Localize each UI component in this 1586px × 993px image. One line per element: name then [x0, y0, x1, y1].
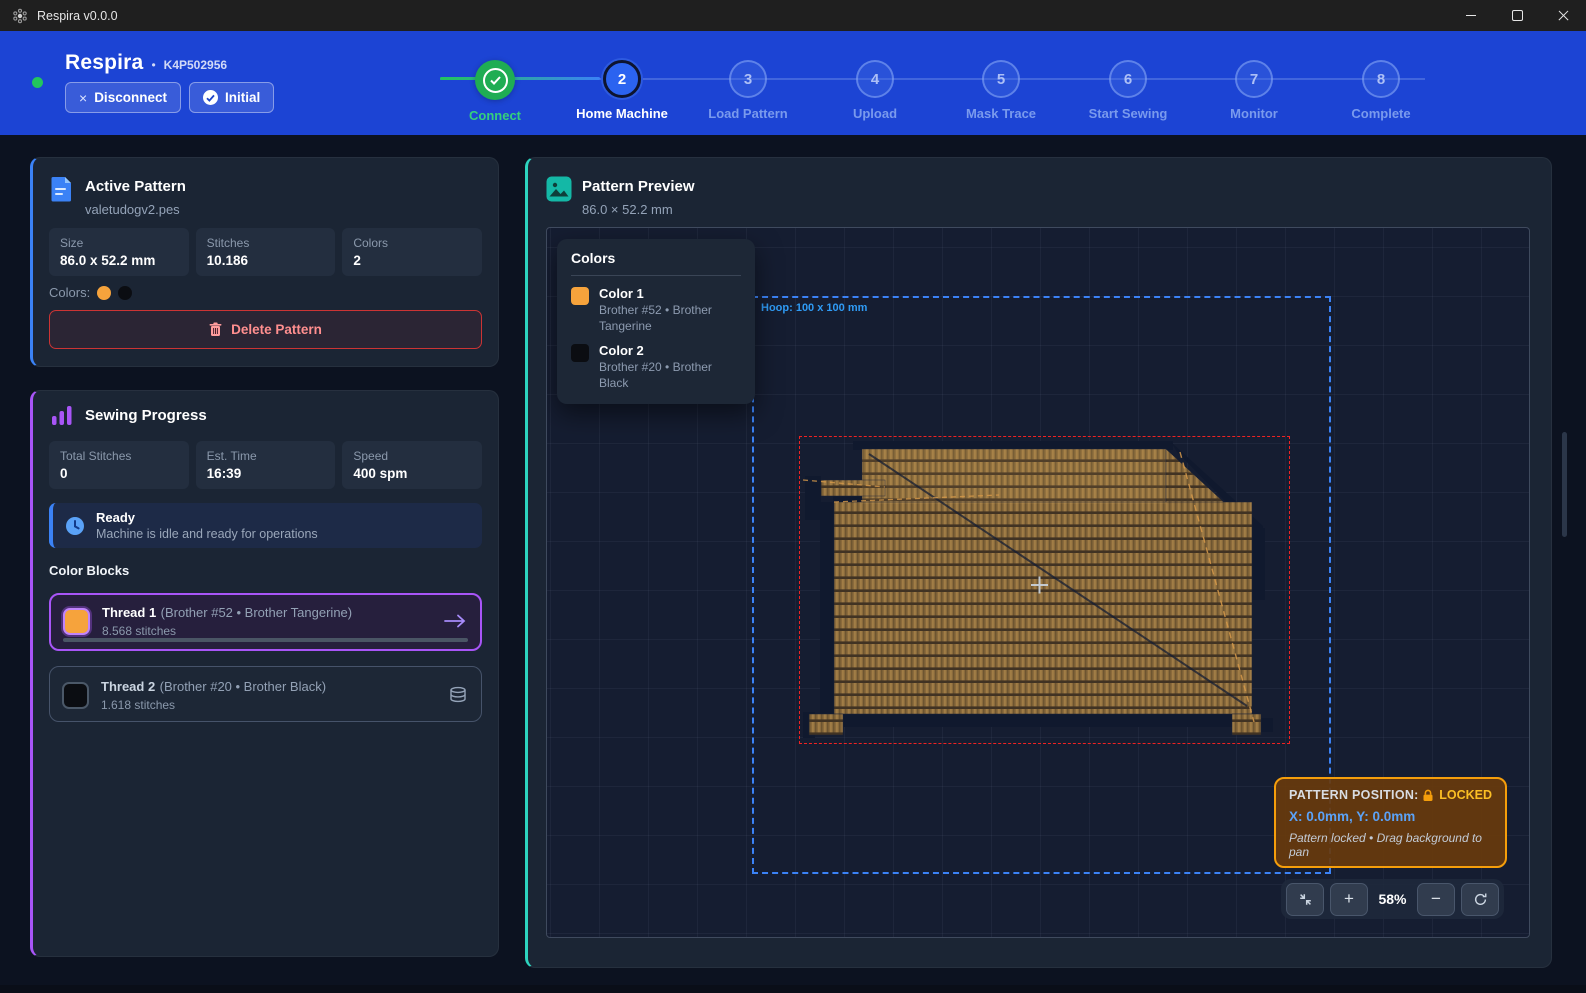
lock-icon	[1422, 789, 1434, 802]
respira-app: { "titlebar": { "app_title": "Respira v0…	[0, 0, 1586, 993]
clock-icon	[65, 516, 85, 536]
pattern-dimensions: 86.0 × 52.2 mm	[582, 202, 673, 217]
minimize-button[interactable]	[1448, 0, 1494, 31]
thread-1-swatch	[63, 608, 90, 635]
check-circle-icon	[203, 90, 218, 105]
sewing-stats: Total Stitches0 Est. Time16:39 Speed400 …	[49, 441, 482, 489]
delete-pattern-button[interactable]: Delete Pattern	[49, 310, 482, 349]
connection-status-dot	[32, 77, 43, 88]
title-bar[interactable]: Respira v0.0.0	[0, 0, 1586, 31]
x-icon: ×	[79, 90, 87, 106]
card-title: Pattern Preview	[582, 178, 695, 195]
thread-2-stitch-count: 1.618 stitches	[101, 698, 326, 712]
colors-legend-title: Colors	[571, 250, 741, 266]
initial-button[interactable]: Initial	[189, 82, 274, 113]
thread-1-progress-track	[63, 638, 468, 642]
sewing-progress-card: Sewing Progress Total Stitches0 Est. Tim…	[30, 390, 499, 957]
close-button[interactable]	[1540, 0, 1586, 31]
stat-colors: Colors2	[342, 228, 482, 276]
step-upload[interactable]: 4 Upload	[812, 60, 938, 121]
app-header: Respira • K4P502956 × Disconnect Initial…	[0, 31, 1586, 135]
stat-est-time: Est. Time16:39	[196, 441, 336, 489]
brand-row: Respira • K4P502956	[65, 51, 227, 75]
colors-row: Colors:	[49, 285, 132, 300]
colors-legend-panel: Colors Color 1 Brother #52 • Brother Tan…	[557, 239, 755, 404]
stat-speed: Speed400 spm	[342, 441, 482, 489]
pattern-stats: Size86.0 x 52.2 mm Stitches10.186 Colors…	[49, 228, 482, 276]
minimize-icon	[1466, 15, 1476, 16]
status-description: Machine is idle and ready for operations	[96, 527, 318, 541]
legend-swatch-2	[571, 344, 589, 362]
thread-1-stitch-count: 8.568 stitches	[102, 624, 352, 638]
card-title: Active Pattern	[85, 178, 186, 195]
step-complete[interactable]: 8 Complete	[1318, 60, 1444, 121]
step-load-pattern[interactable]: 3 Load Pattern	[685, 60, 811, 121]
machine-status-banner: Ready Machine is idle and ready for oper…	[49, 503, 482, 548]
stat-stitches: Stitches10.186	[196, 228, 336, 276]
position-coordinates: X: 0.0mm, Y: 0.0mm	[1289, 809, 1492, 824]
zoom-controls: + 58% −	[1281, 879, 1504, 919]
bar-chart-icon	[51, 405, 73, 427]
stat-total-stitches: Total Stitches0	[49, 441, 189, 489]
locked-badge: LOCKED	[1439, 788, 1492, 802]
active-pattern-card: Active Pattern valetudogv2.pes Size86.0 …	[30, 157, 499, 367]
step-connect[interactable]: Connect	[432, 60, 558, 123]
step-mask-trace[interactable]: 5 Mask Trace	[938, 60, 1064, 121]
zoom-in-button[interactable]: +	[1330, 883, 1368, 916]
fit-icon	[1298, 892, 1313, 907]
thread-2-swatch	[62, 682, 89, 709]
pattern-preview-card: Pattern Preview 86.0 × 52.2 mm Hoop: 100…	[525, 157, 1552, 968]
thread-block-1[interactable]: Thread 1 (Brother #52 • Brother Tangerin…	[49, 593, 482, 651]
pattern-filename: valetudogv2.pes	[85, 202, 180, 217]
brand-title: Respira	[65, 51, 143, 75]
maximize-icon	[1512, 10, 1523, 21]
trash-icon	[209, 322, 222, 337]
image-icon	[546, 176, 572, 202]
color-swatch-1	[97, 286, 111, 300]
position-hint: Pattern locked • Drag background to pan	[1289, 831, 1492, 859]
step-start-sewing[interactable]: 6 Start Sewing	[1065, 60, 1191, 121]
thread-block-2[interactable]: Thread 2 (Brother #20 • Brother Black) 1…	[49, 666, 482, 722]
disconnect-button[interactable]: × Disconnect	[65, 82, 181, 113]
position-title: PATTERN POSITION:	[1289, 788, 1419, 802]
window-title: Respira v0.0.0	[37, 9, 118, 23]
pattern-position-overlay: PATTERN POSITION: LOCKED X: 0.0mm, Y: 0.…	[1274, 777, 1507, 868]
reset-view-button[interactable]	[1461, 883, 1499, 916]
legend-swatch-1	[571, 287, 589, 305]
card-title: Sewing Progress	[85, 407, 207, 424]
brand-separator: •	[151, 58, 155, 72]
legend-item-color-1: Color 1 Brother #52 • Brother Tangerine	[571, 286, 741, 334]
color-swatch-2	[118, 286, 132, 300]
color-blocks-label: Color Blocks	[49, 563, 129, 578]
stat-size: Size86.0 x 52.2 mm	[49, 228, 189, 276]
machine-serial: K4P502956	[164, 58, 227, 72]
refresh-icon	[1473, 892, 1488, 907]
layers-stack-icon	[449, 686, 467, 704]
zoom-out-button[interactable]: −	[1417, 883, 1455, 916]
status-title: Ready	[96, 510, 318, 525]
legend-item-color-2: Color 2 Brother #20 • Brother Black	[571, 343, 741, 391]
scrollbar-thumb[interactable]	[1562, 432, 1567, 537]
step-monitor[interactable]: 7 Monitor	[1191, 60, 1317, 121]
preview-canvas[interactable]: Hoop: 100 x 100 mm	[546, 227, 1530, 938]
arrow-right-icon	[444, 614, 466, 628]
step-check-icon	[475, 60, 515, 100]
file-icon	[50, 176, 74, 202]
maximize-button[interactable]	[1494, 0, 1540, 31]
fit-view-button[interactable]	[1286, 883, 1324, 916]
workflow-stepper: Connect 2 Home Machine 3 Load Pattern 4 …	[432, 60, 1462, 132]
zoom-level: 58%	[1374, 891, 1411, 907]
window-bottom-edge	[0, 985, 1586, 993]
app-icon	[12, 8, 28, 24]
step-home-machine[interactable]: 2 Home Machine	[559, 60, 685, 121]
